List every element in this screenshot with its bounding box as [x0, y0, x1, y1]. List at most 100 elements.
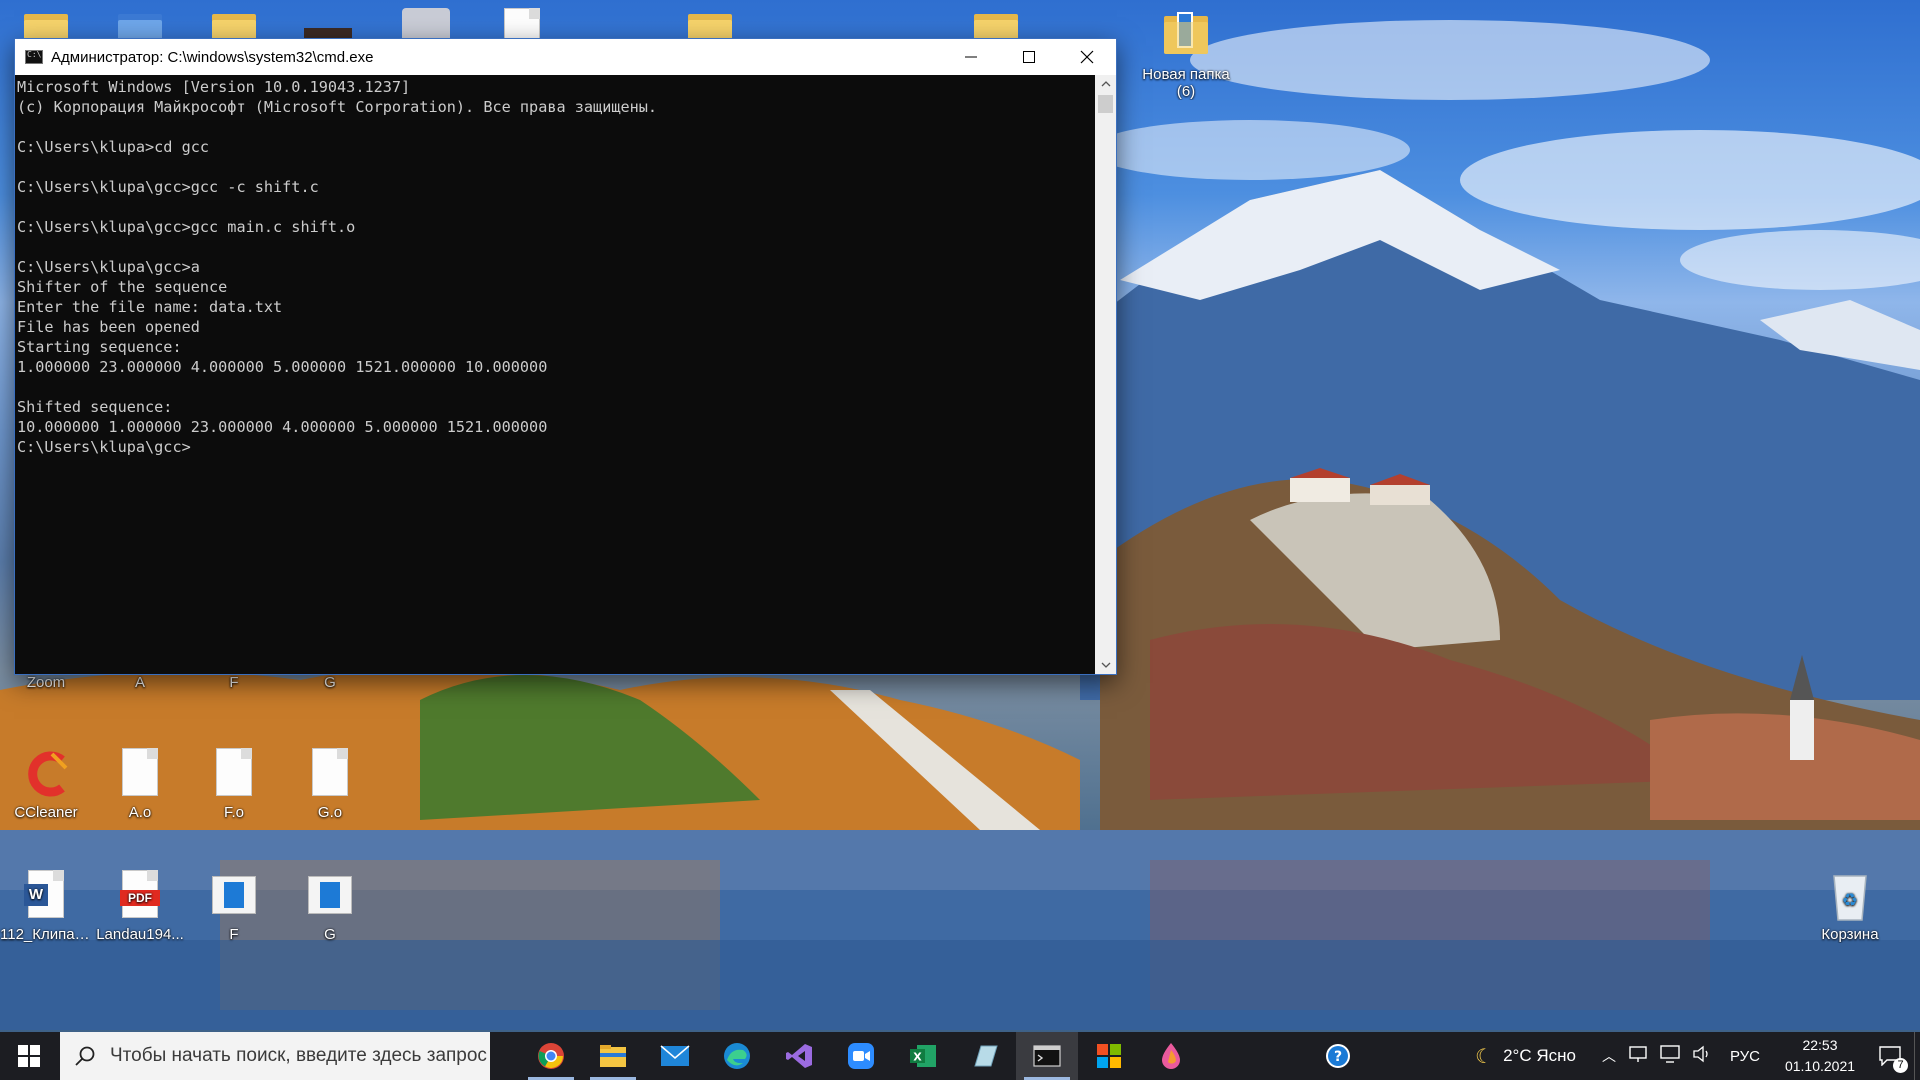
help-button[interactable]: ?	[1311, 1042, 1365, 1070]
desktop-icon-new-folder[interactable]: Новая папка (6)	[1140, 10, 1232, 100]
console-line: C:\Users\klupa\gcc>gcc -c shift.c	[17, 178, 319, 196]
window-title: Администратор: C:\windows\system32\cmd.e…	[51, 48, 374, 66]
search-icon	[75, 1046, 95, 1066]
desktop-icon-label: G	[324, 926, 336, 943]
visual-studio-icon	[786, 1044, 812, 1068]
network-drive-icon[interactable]	[1628, 1045, 1648, 1068]
minimize-button[interactable]	[942, 39, 1000, 75]
pdf-icon: PDF	[116, 870, 164, 922]
maximize-icon	[1023, 51, 1035, 63]
taskbar-app-explorer[interactable]	[582, 1032, 644, 1080]
file-icon	[306, 748, 354, 800]
notes-icon	[974, 1045, 998, 1067]
taskbar-pinned-apps: X	[520, 1032, 1202, 1080]
desktop-icon-g-o[interactable]: G.o	[284, 748, 376, 821]
desktop-icon-label: A	[134, 674, 145, 691]
cmd-icon	[1033, 1045, 1061, 1067]
application-icon	[210, 870, 258, 922]
taskbar-search-box[interactable]: Чтобы начать поиск, введите здесь запрос	[60, 1032, 490, 1080]
chevron-up-icon[interactable]: ︿	[1602, 1046, 1616, 1066]
console-line: File has been opened	[17, 318, 200, 336]
desktop-icon-partial[interactable]	[476, 8, 568, 38]
store-icon	[1097, 1044, 1121, 1068]
recycle-bin-icon: ♻	[1826, 870, 1874, 922]
minimize-icon	[965, 56, 977, 58]
taskbar-app-paint[interactable]	[1140, 1032, 1202, 1080]
desktop-icon-a-o[interactable]: A.o	[94, 748, 186, 821]
window-titlebar[interactable]: Администратор: C:\windows\system32\cmd.e…	[15, 39, 1116, 75]
start-button[interactable]	[0, 1032, 58, 1080]
taskbar-app-edge[interactable]	[706, 1032, 768, 1080]
mail-icon	[660, 1045, 690, 1066]
desktop-icon-partial[interactable]	[188, 8, 280, 38]
action-center-button[interactable]: 7	[1866, 1032, 1914, 1080]
desktop-icon-partial[interactable]	[950, 8, 1042, 38]
console-output[interactable]: Microsoft Windows [Version 10.0.19043.12…	[15, 75, 1095, 674]
taskbar-app-store[interactable]	[1078, 1032, 1140, 1080]
cmd-icon	[25, 50, 43, 64]
taskbar-app-chrome[interactable]	[520, 1032, 582, 1080]
show-desktop-button[interactable]	[1914, 1032, 1920, 1080]
desktop-icon-recycle-bin[interactable]: ♻ Корзина	[1804, 870, 1896, 943]
desktop-icon-label: F.o	[223, 804, 244, 821]
chrome-icon	[538, 1043, 564, 1069]
close-icon	[1080, 50, 1094, 64]
desktop-icon-partial[interactable]	[282, 28, 374, 38]
console-line: 10.000000 1.000000 23.000000 4.000000 5.…	[17, 418, 548, 436]
console-line: (c) Корпорация Майкрософт (Microsoft Cor…	[17, 98, 658, 116]
scroll-up-button[interactable]	[1095, 75, 1116, 93]
zoom-icon	[848, 1043, 874, 1069]
file-explorer-icon	[600, 1045, 626, 1067]
desktop-icon-label: CCleaner	[14, 804, 78, 821]
desktop-icon-label: Landau194...	[96, 926, 184, 943]
clock-time: 22:53	[1802, 1037, 1838, 1053]
paint-drop-icon	[1162, 1043, 1180, 1069]
weather-text: 2°C Ясно	[1503, 1046, 1576, 1065]
taskbar-clock[interactable]: 22:53 01.10.2021	[1774, 1035, 1866, 1077]
console-line: C:\Users\klupa\gcc>gcc main.c shift.o	[17, 218, 356, 236]
search-placeholder: Чтобы начать поиск, введите здесь запрос	[110, 1045, 487, 1066]
file-icon	[210, 748, 258, 800]
network-icon[interactable]	[1660, 1044, 1680, 1068]
desktop-icon-partial[interactable]	[94, 8, 186, 38]
desktop-icon-ccleaner[interactable]: CCleaner	[0, 748, 92, 821]
desktop-icon-word-doc[interactable]: W 112_Клипал...	[0, 870, 92, 943]
desktop-icon-label: G.o	[317, 804, 343, 821]
desktop-icon-pdf[interactable]: PDF Landau194...	[94, 870, 186, 943]
desktop-icon-partial[interactable]	[0, 8, 92, 38]
desktop-icon-f-exe[interactable]: F	[188, 870, 280, 943]
console-line: C:\Users\klupa\gcc>	[17, 438, 191, 456]
taskbar-app-cmd[interactable]	[1016, 1032, 1078, 1080]
taskbar-app-mail[interactable]	[644, 1032, 706, 1080]
console-line: C:\Users\klupa>cd gcc	[17, 138, 210, 156]
scrollbar-thumb[interactable]	[1098, 95, 1113, 113]
scroll-down-button[interactable]	[1095, 656, 1116, 674]
console-line: Starting sequence:	[17, 338, 182, 356]
chevron-down-icon	[1101, 662, 1110, 668]
taskbar-app-excel[interactable]: X	[892, 1032, 954, 1080]
desktop-icon-f-o[interactable]: F.o	[188, 748, 280, 821]
vertical-scrollbar[interactable]	[1095, 75, 1116, 674]
system-tray: ? ☾ 2°C Ясно ︿ РУС 22:53 01.10.2021 7	[1311, 1032, 1920, 1080]
volume-icon[interactable]	[1692, 1045, 1712, 1068]
desktop-icon-g-exe[interactable]: G	[284, 870, 376, 943]
taskbar-app-visual-studio[interactable]	[768, 1032, 830, 1080]
console-line: Shifted sequence:	[17, 398, 173, 416]
maximize-button[interactable]	[1000, 39, 1058, 75]
cmd-window[interactable]: Администратор: C:\windows\system32\cmd.e…	[14, 38, 1117, 675]
desktop-icon-partial[interactable]	[664, 8, 756, 38]
console-line: Enter the file name: data.txt	[17, 298, 283, 316]
close-button[interactable]	[1058, 39, 1116, 75]
moon-icon: ☾	[1475, 1045, 1494, 1068]
folder-icon	[1162, 10, 1210, 62]
taskbar-app-zoom[interactable]	[830, 1032, 892, 1080]
weather-widget[interactable]: ☾ 2°C Ясно	[1475, 1044, 1576, 1069]
desktop-icon-partial[interactable]	[380, 8, 472, 38]
console-line: Shifter of the sequence	[17, 278, 228, 296]
language-indicator[interactable]: РУС	[1730, 1048, 1760, 1065]
taskbar-app-notes[interactable]	[954, 1032, 1016, 1080]
